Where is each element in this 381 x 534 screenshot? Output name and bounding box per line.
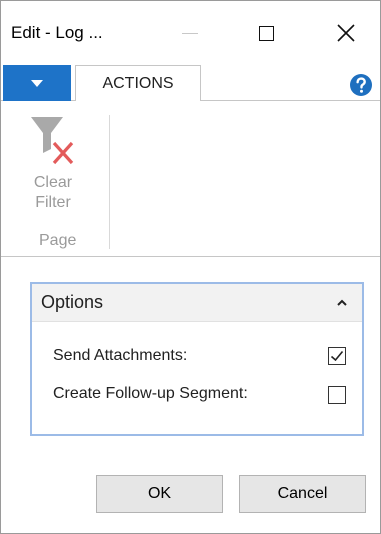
send-attachments-label: Send Attachments: bbox=[53, 347, 188, 364]
cancel-button[interactable]: Cancel bbox=[239, 475, 366, 513]
create-follow-up-segment-label: Create Follow-up Segment: bbox=[53, 385, 248, 402]
ribbon-group-separator bbox=[109, 115, 110, 249]
clear-filter-button[interactable]: Clear Filter bbox=[23, 113, 83, 225]
maximize-button[interactable] bbox=[236, 11, 296, 55]
options-title: Options bbox=[41, 292, 104, 312]
minimize-button[interactable] bbox=[160, 11, 220, 55]
ribbon-group-label: Page bbox=[39, 232, 77, 249]
clear-filter-label-line1: Clear bbox=[33, 174, 73, 191]
tab-actions[interactable]: ACTIONS bbox=[75, 65, 201, 102]
clear-filter-icon bbox=[31, 117, 74, 165]
close-button[interactable] bbox=[316, 11, 376, 55]
help-icon[interactable] bbox=[349, 73, 373, 97]
send-attachments-checkbox[interactable] bbox=[328, 347, 346, 365]
maximize-icon bbox=[258, 25, 274, 41]
minimize-icon bbox=[182, 32, 198, 34]
options-fasttab: Options Send Attachments: Create Follow-… bbox=[30, 282, 364, 436]
caret-down-icon bbox=[31, 79, 43, 87]
ribbon-tab-row: ACTIONS bbox=[1, 63, 380, 102]
app-menu-button[interactable] bbox=[3, 65, 71, 101]
checkmark-icon bbox=[330, 350, 344, 362]
ok-button[interactable]: OK bbox=[96, 475, 223, 513]
chevron-up-icon[interactable] bbox=[335, 296, 349, 310]
options-header[interactable]: Options bbox=[32, 284, 362, 322]
close-icon bbox=[337, 24, 355, 42]
title-bar[interactable]: Edit - Log ... bbox=[1, 1, 380, 63]
create-follow-up-segment-checkbox[interactable] bbox=[328, 386, 346, 404]
dialog-window: Edit - Log ... ACTIONS Clear Filter Page… bbox=[0, 0, 381, 534]
clear-filter-label-line2: Filter bbox=[35, 194, 71, 211]
ribbon-panel: Clear Filter Page bbox=[1, 101, 380, 257]
window-title: Edit - Log ... bbox=[11, 23, 103, 42]
